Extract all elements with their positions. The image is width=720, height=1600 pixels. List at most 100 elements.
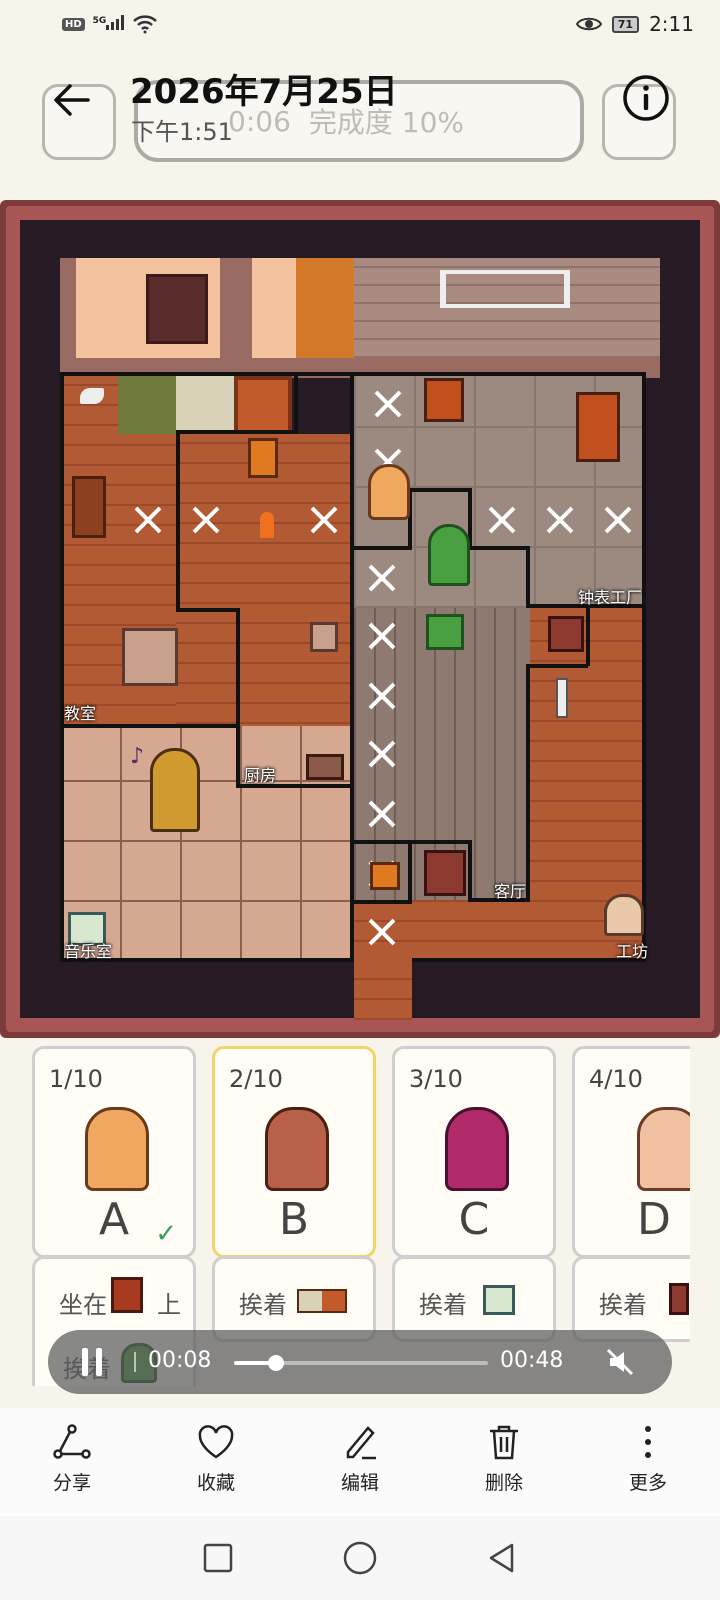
- share-icon: [53, 1424, 91, 1459]
- x-mark-icon[interactable]: [188, 502, 224, 538]
- x-mark-icon[interactable]: [364, 736, 400, 772]
- x-mark-icon[interactable]: [600, 502, 636, 538]
- room-label-living-room: 客厅: [494, 882, 527, 901]
- room-label-clock-factory: 钟表工厂: [578, 588, 643, 607]
- info-button[interactable]: [620, 72, 672, 124]
- shelf-icon: [440, 270, 570, 308]
- card-count: 4/10: [589, 1065, 643, 1093]
- status-time: 2:11: [649, 12, 694, 36]
- x-mark-icon[interactable]: [364, 796, 400, 832]
- loom-icon: [604, 894, 644, 936]
- game-map: ♪ 教室 厨房 钟表工厂 客厅 音乐室 工坊: [0, 200, 720, 1038]
- x-mark-icon[interactable]: [484, 502, 520, 538]
- card-letter: C: [458, 1194, 490, 1245]
- x-mark-icon[interactable]: [364, 678, 400, 714]
- character-card-b[interactable]: 2/10 B: [212, 1046, 376, 1258]
- card-count: 2/10: [229, 1065, 283, 1093]
- top-bar: 2026年7月25日 下午1:51: [0, 50, 720, 160]
- share-label: 分享: [52, 1472, 91, 1494]
- character-a-icon: [368, 464, 410, 520]
- bookshelf-icon: [72, 476, 106, 538]
- cabinet-icon: [669, 1283, 689, 1315]
- signal-icon: 5G: [93, 14, 125, 35]
- room-label-workshop: 工坊: [616, 942, 649, 961]
- music-note-icon: ♪: [130, 744, 145, 769]
- character-d-avatar: [637, 1107, 690, 1191]
- character-b-avatar: [265, 1107, 329, 1191]
- condition-text: 挨着: [599, 1291, 647, 1319]
- cabinet-icon: [576, 392, 620, 462]
- condition-text: 挨着: [239, 1291, 287, 1319]
- x-mark-icon[interactable]: [364, 618, 400, 654]
- character-a-avatar: [85, 1107, 149, 1191]
- wifi-icon: [133, 15, 158, 34]
- card-letter: D: [637, 1194, 671, 1245]
- current-time: 00:08: [148, 1348, 212, 1373]
- video-player-controls: 00:08 00:48: [48, 1330, 672, 1394]
- more-button[interactable]: 更多: [576, 1408, 720, 1516]
- home-button[interactable]: [342, 1540, 378, 1576]
- room-label-music-room: 音乐室: [64, 942, 113, 961]
- x-mark-icon[interactable]: [370, 386, 406, 422]
- system-nav-bar: [0, 1516, 720, 1600]
- share-button[interactable]: 分享: [0, 1408, 144, 1516]
- card-count: 1/10: [49, 1065, 103, 1093]
- chair-icon: [248, 438, 278, 478]
- character-c-avatar: [445, 1107, 509, 1191]
- seek-bar[interactable]: [234, 1355, 488, 1371]
- edit-button[interactable]: 编辑: [288, 1408, 432, 1516]
- page-subtitle: 下午1:51: [131, 118, 233, 146]
- more-vertical-icon: [645, 1426, 651, 1458]
- card-count: 3/10: [409, 1065, 463, 1093]
- x-mark-icon[interactable]: [130, 502, 166, 538]
- status-bar: HD 5G 71 2:11: [0, 0, 720, 48]
- dresser-icon: [424, 850, 466, 896]
- x-mark-icon[interactable]: [364, 560, 400, 596]
- favorite-label: 收藏: [196, 1472, 235, 1494]
- battery-indicator: 71: [611, 15, 640, 33]
- recent-apps-button[interactable]: [202, 1542, 234, 1574]
- x-mark-icon[interactable]: [364, 914, 400, 950]
- character-card-c[interactable]: 3/10 C: [392, 1046, 556, 1258]
- arrow-left-icon: [54, 84, 90, 116]
- room-label-kitchen: 厨房: [244, 766, 277, 785]
- knife-icon: [556, 678, 568, 718]
- x-mark-icon[interactable]: [306, 502, 342, 538]
- gramophone-icon: [150, 748, 200, 832]
- seek-handle[interactable]: [268, 1355, 285, 1371]
- pause-button[interactable]: [82, 1348, 104, 1376]
- condition-text: 坐在: [59, 1291, 107, 1319]
- page-title: 2026年7月25日: [130, 72, 398, 112]
- hd-badge: HD: [62, 17, 85, 31]
- delete-label: 删除: [484, 1472, 523, 1494]
- back-button[interactable]: [46, 74, 98, 126]
- x-mark-icon[interactable]: [542, 502, 578, 538]
- rug-icon: [297, 1289, 347, 1313]
- condition-text: 挨着: [419, 1291, 467, 1319]
- room-label-classroom: 教室: [64, 704, 97, 723]
- favorite-button[interactable]: 收藏: [144, 1408, 288, 1516]
- screen: { "status_bar": { "hd": "HD", "network":…: [0, 0, 720, 1600]
- pencil-icon: [346, 1426, 376, 1460]
- carrot-icon: [260, 512, 274, 538]
- desk-icon: [122, 628, 178, 686]
- check-icon: ✓: [155, 1219, 177, 1249]
- character-card-a[interactable]: 1/10 A ✓: [32, 1046, 196, 1258]
- back-nav-button[interactable]: [486, 1542, 518, 1574]
- box-chair-icon: [370, 862, 400, 890]
- action-bar: 分享 收藏 编辑 删除 更多: [0, 1408, 720, 1516]
- feather-icon: [80, 388, 104, 404]
- character-card-d[interactable]: 4/10 D: [572, 1046, 690, 1258]
- green-chair-icon: [426, 614, 464, 650]
- chair-icon: [111, 1277, 143, 1313]
- mute-icon[interactable]: [604, 1346, 636, 1378]
- face-frame-icon: [146, 274, 208, 344]
- eye-icon: [575, 17, 602, 31]
- stool-icon: [310, 622, 338, 652]
- plant-icon: [428, 524, 470, 586]
- oven-icon: [424, 378, 464, 422]
- card-letter: B: [278, 1194, 310, 1245]
- painting-icon: [483, 1285, 515, 1315]
- duration-time: 00:48: [500, 1348, 564, 1373]
- delete-button[interactable]: 删除: [432, 1408, 576, 1516]
